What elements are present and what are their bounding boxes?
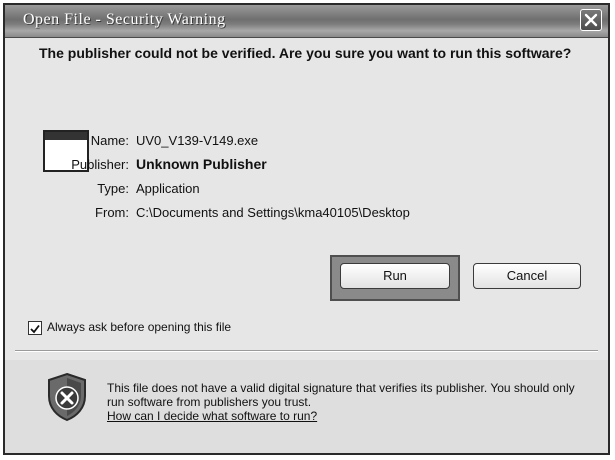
publisher-label: Publisher: [71,157,129,172]
cancel-button[interactable]: Cancel [473,263,581,289]
file-location: C:\Documents and Settings\kma40105\Deskt… [136,205,410,220]
help-link[interactable]: How can I decide what software to run? [107,409,317,423]
section-divider [15,350,598,352]
checkmark-icon [30,324,40,334]
title-bar[interactable]: Open File - Security Warning [5,5,608,38]
publisher-label-cell: Publisher: [5,157,129,175]
close-button[interactable] [580,9,602,31]
name-label: Name: [90,133,129,148]
always-ask-label[interactable]: Always ask before opening this file [47,320,231,334]
from-label-cell: From: [5,205,129,223]
file-name: UV0_V139-V149.exe [136,133,259,148]
verification-question: The publisher could not be verified. Are… [39,45,572,61]
security-shield-icon [48,372,86,422]
signature-warning-text: This file does not have a valid digital … [107,381,575,409]
security-warning-dialog: Open File - Security Warning The publish… [3,3,610,455]
always-ask-checkbox[interactable] [28,321,42,335]
name-label-cell: Name: [5,133,129,151]
run-button[interactable]: Run [340,263,450,289]
close-icon [584,13,598,27]
publisher-name: Unknown Publisher [136,156,267,172]
type-label-cell: Type: [5,181,129,199]
from-label: From: [95,205,129,220]
file-type: Application [136,181,200,196]
type-label: Type: [97,181,129,196]
window-title: Open File - Security Warning [23,11,226,28]
